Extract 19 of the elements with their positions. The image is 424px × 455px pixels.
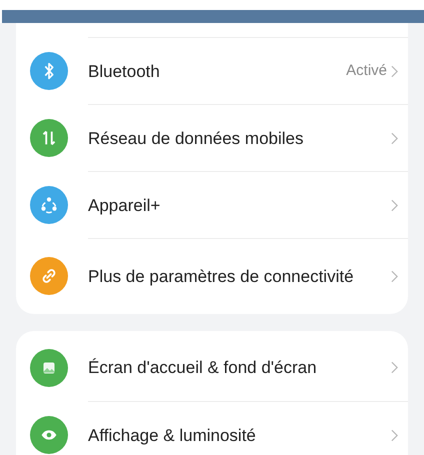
chevron-icon xyxy=(391,198,398,212)
setting-label: Plus de paramètres de connectivité xyxy=(88,266,355,288)
settings-row[interactable]: Affichage & luminosité xyxy=(16,401,408,455)
settings-row[interactable]: Écran d'accueil & fond d'écran xyxy=(16,334,408,401)
setting-label: Réseau de données mobiles xyxy=(88,128,304,150)
chevron-icon xyxy=(391,428,398,442)
setting-label: Écran d'accueil & fond d'écran xyxy=(88,357,318,379)
setting-label: Affichage & luminosité xyxy=(88,424,257,446)
chevron-icon xyxy=(391,361,398,374)
setting-label: Appareil+ xyxy=(88,194,162,216)
settings-row[interactable]: Appareil+ xyxy=(16,171,408,238)
settings-row[interactable]: Bluetooth Activé xyxy=(16,37,408,104)
settings-row[interactable]: Réseau de données mobiles xyxy=(16,104,408,171)
setting-value: Activé xyxy=(346,60,387,81)
chevron-icon xyxy=(391,64,398,78)
setting-label: Bluetooth xyxy=(88,60,161,82)
chevron-icon xyxy=(391,270,398,283)
settings-row[interactable]: Plus de paramètres de connectivité xyxy=(16,238,408,314)
chevron-icon xyxy=(391,132,398,144)
